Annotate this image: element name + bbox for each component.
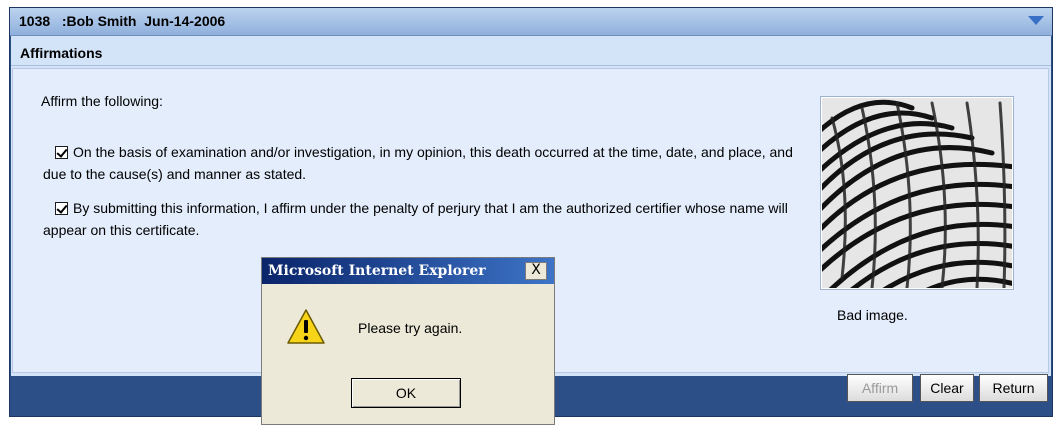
warning-icon bbox=[286, 308, 326, 351]
affirmation-text-2: By submitting this information, I affirm… bbox=[43, 200, 788, 238]
dialog-title-bar: Microsoft Internet Explorer X bbox=[262, 258, 554, 284]
affirmation-checkbox-1[interactable] bbox=[55, 146, 68, 159]
chevron-down-icon[interactable] bbox=[1028, 16, 1044, 25]
section-header: Affirmations bbox=[11, 36, 1051, 66]
record-title-bar: 1038 :Bob Smith Jun-14-2006 bbox=[10, 8, 1052, 36]
return-button[interactable]: Return bbox=[979, 374, 1048, 402]
affirmation-item-2: By submitting this information, I affirm… bbox=[43, 197, 803, 241]
affirm-intro: Affirm the following: bbox=[41, 93, 163, 109]
close-icon[interactable]: X bbox=[525, 262, 547, 280]
fingerprint-image bbox=[809, 97, 1025, 301]
section-title: Affirmations bbox=[20, 45, 103, 61]
fingerprint-graphic bbox=[809, 98, 1025, 301]
alert-dialog: Microsoft Internet Explorer X Please try… bbox=[261, 257, 555, 425]
affirmation-checkbox-2[interactable] bbox=[55, 202, 68, 215]
record-title: 1038 :Bob Smith Jun-14-2006 bbox=[19, 13, 226, 29]
affirmation-item-1: On the basis of examination and/or inves… bbox=[43, 141, 803, 185]
fingerprint-status: Bad image. bbox=[837, 307, 908, 323]
affirm-button[interactable]: Affirm bbox=[847, 374, 913, 402]
clear-button[interactable]: Clear bbox=[920, 374, 974, 402]
dialog-message: Please try again. bbox=[358, 320, 463, 336]
ok-button[interactable]: OK bbox=[351, 378, 461, 408]
affirmation-text-1: On the basis of examination and/or inves… bbox=[43, 144, 793, 182]
dialog-title: Microsoft Internet Explorer bbox=[268, 263, 486, 279]
